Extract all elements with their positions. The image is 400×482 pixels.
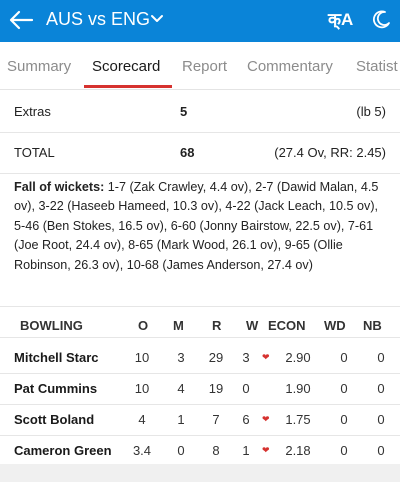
bowler-runs: 29 [208, 350, 224, 365]
bowler-runs: 8 [212, 443, 220, 458]
divider [0, 337, 400, 338]
chevron-down-icon[interactable] [150, 12, 164, 26]
col-wickets: W [246, 318, 259, 333]
col-econ: ECON [268, 318, 306, 333]
scorecard-card: Extras 5 (lb 5) TOTAL 68 (27.4 Ov, RR: 2… [0, 92, 400, 464]
bowler-econ: 1.75 [285, 412, 311, 427]
col-bowling: BOWLING [20, 318, 83, 333]
match-title[interactable]: AUS vs ENG [46, 8, 150, 30]
col-wides: WD [324, 318, 346, 333]
bowler-econ: 2.18 [285, 443, 311, 458]
bowling-header: BOWLING O M R W ECON WD NB [0, 310, 400, 340]
divider [0, 173, 400, 174]
bowler-name[interactable]: Scott Boland [14, 412, 94, 427]
bowler-name[interactable]: Mitchell Starc [14, 350, 99, 365]
bowler-wickets: 0 [242, 381, 250, 396]
tab-summary[interactable]: Summary [7, 58, 71, 76]
heart-icon: ❤ [262, 352, 270, 362]
col-runs: R [212, 318, 222, 333]
extras-label: Extras [14, 104, 51, 119]
bowler-noballs: 0 [377, 443, 385, 458]
extras-row: Extras 5 (lb 5) [0, 92, 400, 132]
bowler-econ: 2.90 [285, 350, 311, 365]
bowler-maidens: 4 [177, 381, 185, 396]
tab-bar: Summary Scorecard Report Commentary Stat… [0, 42, 400, 90]
heart-icon: ❤ [262, 414, 270, 424]
bowler-overs: 10 [134, 350, 150, 365]
app-bar: AUS vs ENG क्A [0, 0, 400, 42]
bowler-noballs: 0 [377, 412, 385, 427]
total-label: TOTAL [14, 145, 55, 160]
bowler-runs: 7 [212, 412, 220, 427]
bowler-noballs: 0 [377, 350, 385, 365]
bowler-wides: 0 [340, 412, 348, 427]
tab-commentary[interactable]: Commentary [247, 58, 333, 76]
bowler-row: Pat Cummins 10 4 19 0 1.90 0 0 [0, 373, 400, 404]
bowler-econ: 1.90 [285, 381, 311, 396]
page-background [0, 464, 400, 482]
col-noballs: NB [363, 318, 382, 333]
fall-of-wickets-heading: Fall of wickets: [14, 180, 105, 194]
bowler-wides: 0 [340, 381, 348, 396]
bowler-runs: 19 [208, 381, 224, 396]
bowler-wickets: 6 [242, 412, 250, 427]
bowler-wickets: 3 [242, 350, 250, 365]
bowler-maidens: 1 [177, 412, 185, 427]
total-value: 68 [180, 145, 195, 160]
divider [0, 306, 400, 307]
bowler-maidens: 0 [177, 443, 185, 458]
bowler-row: Scott Boland 4 1 7 6 1.75 0 0 ❤ [0, 404, 400, 435]
bowler-overs: 10 [134, 381, 150, 396]
col-maidens: M [173, 318, 184, 333]
moon-icon[interactable] [372, 9, 392, 29]
total-row: TOTAL 68 (27.4 Ov, RR: 2.45) [0, 133, 400, 173]
brand-logo[interactable]: क्A [328, 10, 353, 30]
tab-statistics[interactable]: Statist [356, 58, 398, 76]
bowler-name[interactable]: Pat Cummins [14, 381, 97, 396]
tab-report[interactable]: Report [182, 58, 227, 76]
active-tab-indicator [84, 85, 172, 88]
back-arrow-icon[interactable] [8, 9, 34, 31]
fall-of-wickets: Fall of wickets: 1-7 (Zak Crawley, 4.4 o… [14, 178, 386, 275]
bowler-row: Mitchell Starc 10 3 29 3 2.90 0 0 ❤ [0, 342, 400, 373]
col-overs: O [138, 318, 149, 333]
bowler-wides: 0 [340, 443, 348, 458]
bowler-maidens: 3 [177, 350, 185, 365]
bowler-noballs: 0 [377, 381, 385, 396]
bowler-name[interactable]: Cameron Green [14, 443, 112, 458]
tab-scorecard[interactable]: Scorecard [92, 58, 160, 76]
bowler-row: Cameron Green 3.4 0 8 1 2.18 0 0 ❤ [0, 435, 400, 466]
bowler-wides: 0 [340, 350, 348, 365]
bowler-overs: 4 [138, 412, 146, 427]
extras-value: 5 [180, 104, 188, 119]
extras-detail: (lb 5) [356, 104, 386, 119]
total-detail: (27.4 Ov, RR: 2.45) [274, 145, 386, 160]
bowler-overs: 3.4 [132, 443, 152, 458]
heart-icon: ❤ [262, 445, 270, 455]
bowler-wickets: 1 [242, 443, 250, 458]
